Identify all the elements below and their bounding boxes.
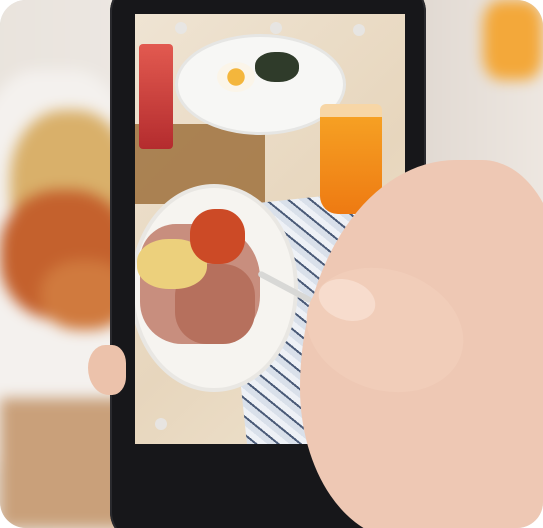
- blurred-juice-glass: [483, 0, 543, 80]
- fried-egg: [217, 62, 255, 92]
- tomato: [190, 209, 245, 264]
- camera-mode-icon[interactable]: [270, 22, 282, 34]
- red-drink-glass: [139, 44, 173, 149]
- photo-frame: [0, 0, 543, 528]
- flash-icon[interactable]: [175, 22, 187, 34]
- camera-switch-icon[interactable]: [353, 24, 365, 36]
- greens: [255, 52, 299, 82]
- camera-shutter-icon[interactable]: [155, 418, 167, 430]
- left-finger: [88, 345, 126, 395]
